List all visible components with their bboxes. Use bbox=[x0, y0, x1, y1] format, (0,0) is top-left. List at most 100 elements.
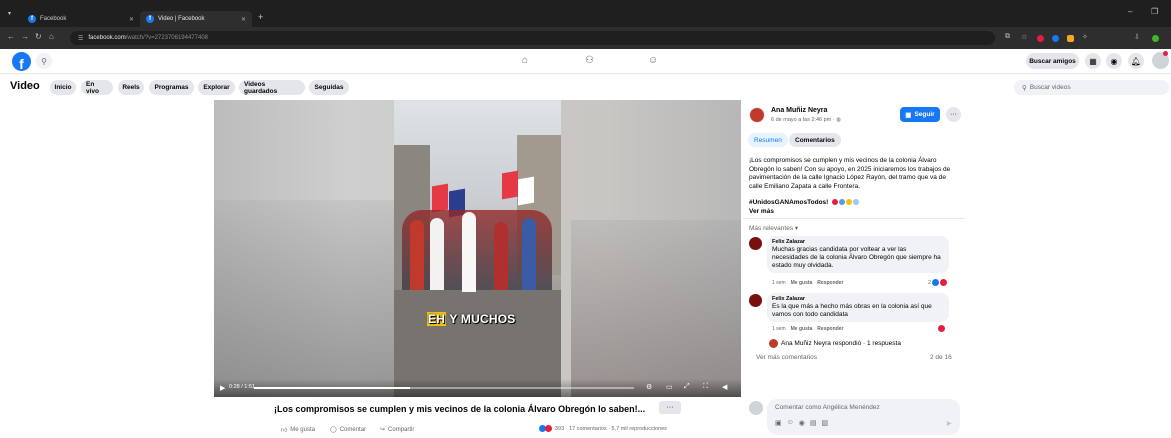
emoji-icon[interactable]: ☺ bbox=[787, 419, 794, 427]
tab-comentarios[interactable]: Comentarios bbox=[789, 133, 841, 147]
blue-heart-icon bbox=[839, 199, 846, 206]
send-icon[interactable]: ➤ bbox=[945, 419, 952, 428]
notifications-bell-icon[interactable]: 🔔︎ bbox=[1128, 53, 1144, 69]
more-options-button[interactable]: ··· bbox=[659, 401, 681, 414]
tab-reels[interactable]: Reels bbox=[118, 80, 144, 95]
facebook-favicon-icon: f bbox=[146, 15, 154, 23]
globe-icon: ◍ bbox=[836, 117, 841, 123]
reply-author-avatar bbox=[769, 339, 778, 348]
author-avatar[interactable] bbox=[749, 107, 765, 123]
sticker-icon[interactable]: ▣ bbox=[775, 419, 782, 427]
progress-bar[interactable] bbox=[254, 387, 634, 389]
video-player[interactable]: EH Y MUCHOS ▶ 0:28 / 1:51 ⚙ ▭ ⤢ ⛶ ◀ bbox=[214, 100, 741, 397]
reaction-stats[interactable]: 393 · 17 comentarios · 5,7 mil reproducc… bbox=[539, 425, 667, 432]
follow-button[interactable]: ▣ Seguir bbox=[900, 107, 940, 122]
play-icon[interactable]: ▶ bbox=[220, 384, 225, 392]
home-icon[interactable]: ⌂ bbox=[49, 32, 54, 41]
like-button[interactable]: 👍︎ Me gusta bbox=[281, 426, 315, 434]
comment-like-button[interactable]: Me gusta bbox=[791, 280, 813, 286]
tab-en-vivo[interactable]: En vivo bbox=[81, 80, 113, 95]
close-tab-icon[interactable]: ✕ bbox=[241, 16, 246, 23]
comment-placeholder: Comentar como Angélica Menéndez bbox=[775, 404, 880, 411]
notification-badge bbox=[1163, 51, 1168, 56]
tab-seguidas[interactable]: Seguidas bbox=[309, 80, 349, 95]
menu-grid-icon[interactable]: ▦ bbox=[1085, 53, 1101, 69]
hashtag-link[interactable]: #UnidosGANAmosTodos! bbox=[749, 199, 828, 206]
person-shape bbox=[430, 218, 444, 290]
post-more-button[interactable]: ··· bbox=[946, 107, 961, 122]
sticker-alt-icon[interactable]: ▧ bbox=[822, 419, 829, 427]
logo-letter: f bbox=[19, 56, 24, 71]
camera-icon[interactable]: ◉ bbox=[799, 419, 805, 427]
comment-reactions[interactable] bbox=[938, 325, 945, 332]
comment-label: Comentar bbox=[339, 426, 367, 433]
comment-time: 1 sem bbox=[772, 280, 786, 286]
progress-fill bbox=[254, 387, 410, 389]
site-info-icon[interactable]: ☰ bbox=[78, 35, 83, 42]
groups-nav-icon[interactable]: ☺ bbox=[648, 55, 658, 66]
commenter-avatar[interactable] bbox=[749, 237, 762, 250]
comment-like-button[interactable]: Me gusta bbox=[791, 326, 813, 332]
settings-gear-icon[interactable]: ⚙ bbox=[646, 383, 652, 391]
extension-icon[interactable] bbox=[1067, 35, 1074, 42]
bookmark-star-icon[interactable]: ☆ bbox=[1021, 33, 1027, 41]
friends-nav-icon[interactable]: ⚇ bbox=[585, 55, 594, 66]
player-controls: ▶ 0:28 / 1:51 ⚙ ▭ ⤢ ⛶ ◀ bbox=[214, 379, 741, 397]
volume-icon[interactable]: ◀ bbox=[722, 383, 727, 391]
commenter-name[interactable]: Felix Zalazar bbox=[772, 239, 944, 245]
url-field[interactable]: ☰ facebook.com/watch/?v=2723706194477408 bbox=[70, 31, 995, 45]
extension-icon[interactable] bbox=[1037, 35, 1044, 42]
replies-link[interactable]: Ana Muñiz Neyra respondió · 1 respuesta bbox=[769, 339, 901, 348]
minimize-icon[interactable]: – bbox=[1128, 7, 1132, 16]
tab-facebook[interactable]: f Facebook ✕ bbox=[22, 11, 140, 27]
facebook-logo[interactable]: f bbox=[12, 52, 31, 71]
profile-icon[interactable] bbox=[1152, 35, 1159, 42]
video-caption: EH Y MUCHOS bbox=[427, 312, 515, 326]
fullscreen-icon[interactable]: ⛶ bbox=[703, 383, 708, 391]
extensions-puzzle-icon[interactable]: ✧ bbox=[1082, 33, 1088, 41]
commenter-avatar[interactable] bbox=[749, 294, 762, 307]
comment-button[interactable]: ◯ Comentar bbox=[330, 426, 367, 434]
video-search-input[interactable]: ⚲ Buscar videos bbox=[1014, 80, 1169, 95]
messenger-icon[interactable]: ◉ bbox=[1106, 53, 1122, 69]
forward-icon[interactable]: → bbox=[21, 32, 29, 41]
tab-video-facebook[interactable]: f Video | Facebook ✕ bbox=[140, 11, 252, 27]
more-comments-link[interactable]: Ver más comentarios bbox=[756, 354, 817, 361]
share-label: Compartir bbox=[388, 426, 415, 433]
new-tab-icon[interactable]: + bbox=[258, 12, 263, 22]
share-arrow-icon: ↪ bbox=[380, 427, 386, 433]
extension-icon[interactable] bbox=[1052, 35, 1059, 42]
back-icon[interactable]: ← bbox=[7, 32, 15, 41]
comment-reply-button[interactable]: Responder bbox=[817, 280, 843, 286]
tab-programas[interactable]: Programas bbox=[149, 80, 194, 95]
find-friends-button[interactable]: Buscar amigos bbox=[1026, 53, 1079, 69]
tab-resumen[interactable]: Resumen bbox=[748, 133, 788, 147]
downloads-icon[interactable]: ⇩ bbox=[1134, 33, 1140, 41]
caption-text: Y MUCHOS bbox=[449, 312, 516, 326]
gif-icon[interactable]: ▤ bbox=[810, 419, 817, 427]
expand-icon[interactable]: ⤢ bbox=[684, 383, 690, 391]
sort-comments-dropdown[interactable]: Más relevantes ▾ bbox=[749, 224, 798, 232]
share-button[interactable]: ↪ Compartir bbox=[380, 426, 415, 434]
divider bbox=[743, 218, 965, 219]
follow-label: Seguir bbox=[914, 111, 935, 118]
close-tab-icon[interactable]: ✕ bbox=[129, 16, 134, 23]
tab-videos-guardados[interactable]: Videos guardados bbox=[239, 80, 305, 95]
home-nav-icon[interactable]: ⌂ bbox=[522, 55, 528, 66]
reload-icon[interactable]: ↻ bbox=[35, 32, 42, 41]
translate-icon[interactable]: ⧉ bbox=[1005, 33, 1010, 41]
address-bar: ← → ↻ ⌂ ☰ facebook.com/watch/?v=27237061… bbox=[0, 27, 1171, 49]
search-icon[interactable]: ⚲ bbox=[36, 53, 52, 69]
comment-reactions[interactable]: 2 bbox=[928, 279, 948, 286]
comment-input[interactable]: Comentar como Angélica Menéndez ▣ ☺ ◉ ▤ … bbox=[767, 399, 960, 435]
video-subnav: Video Inicio En vivo Reels Programas Exp… bbox=[0, 77, 1171, 99]
restore-icon[interactable]: ❐ bbox=[1151, 7, 1158, 16]
tab-list-icon[interactable]: ▾ bbox=[8, 10, 11, 17]
pip-icon[interactable]: ▭ bbox=[666, 383, 673, 391]
author-name[interactable]: Ana Muñiz Neyra bbox=[771, 107, 827, 114]
tab-explorar[interactable]: Explorar bbox=[198, 80, 235, 95]
tab-inicio[interactable]: Inicio bbox=[50, 80, 76, 95]
see-more-link[interactable]: Ver más bbox=[749, 208, 774, 215]
commenter-name[interactable]: Felix Zalazar bbox=[772, 296, 944, 302]
comment-reply-button[interactable]: Responder bbox=[817, 326, 843, 332]
